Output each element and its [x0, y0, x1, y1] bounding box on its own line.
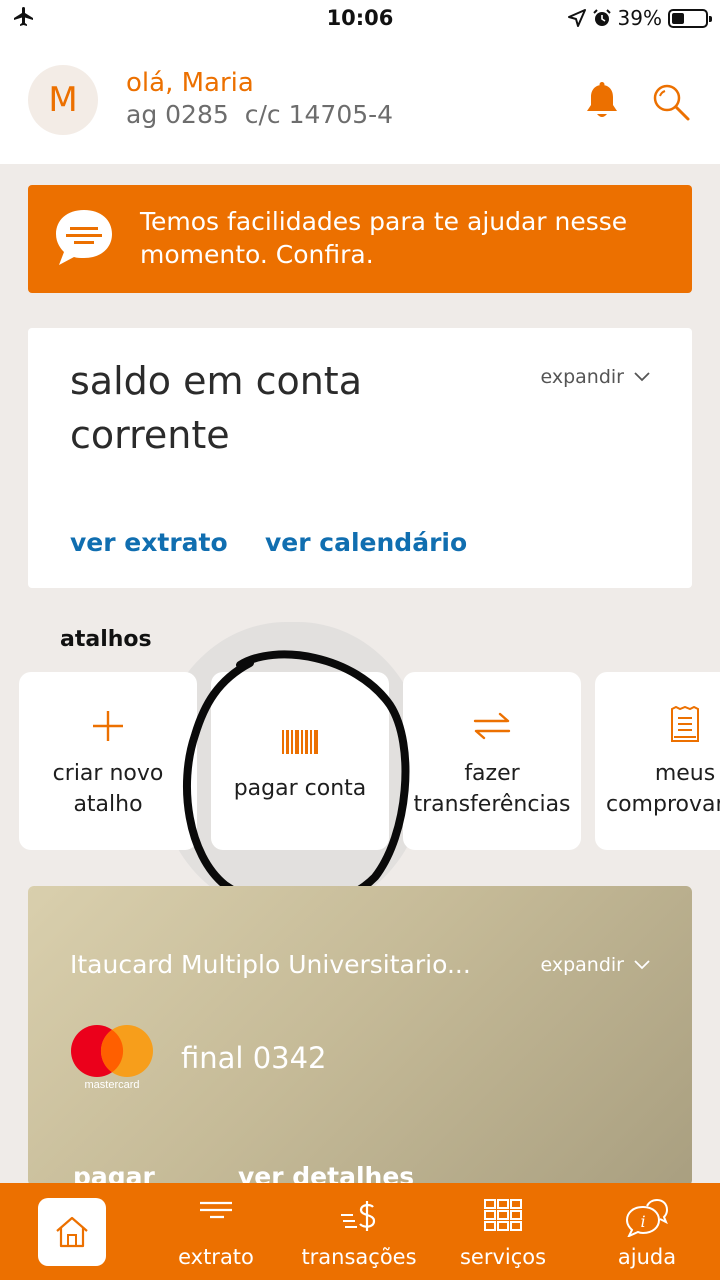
- home-button[interactable]: [38, 1198, 106, 1266]
- shortcut-pay-bill[interactable]: pagar conta: [211, 672, 389, 850]
- shortcut-label: meus: [654, 761, 716, 786]
- mastercard-logo: mastercard: [71, 1025, 153, 1091]
- nav-label: transações: [301, 1245, 417, 1269]
- agency-number: ag 0285: [126, 100, 229, 129]
- chat-bubble-icon: [56, 210, 112, 265]
- balance-title: saldo em conta corrente: [70, 359, 362, 457]
- location-icon: [567, 9, 586, 27]
- shortcut-label: transferências: [413, 792, 571, 817]
- shortcut-label: fazer: [464, 761, 520, 786]
- nav-statement[interactable]: extrato: [146, 1183, 286, 1280]
- shortcuts-title: atalhos: [60, 627, 152, 652]
- battery-percentage: 39%: [617, 6, 662, 30]
- shortcut-create-new[interactable]: criar novo atalho: [19, 672, 197, 850]
- grid-icon: [484, 1199, 522, 1231]
- plus-icon: [93, 711, 123, 741]
- help-banner[interactable]: Temos facilidades para te ajudar nesse m…: [28, 185, 692, 293]
- app-header: M olá, Maria ag 0285 c/c 14705-4: [0, 38, 720, 164]
- avatar[interactable]: M: [28, 65, 98, 135]
- view-calendar-link[interactable]: ver calendário: [265, 528, 467, 557]
- card-final-digits: final 0342: [181, 1041, 327, 1075]
- credit-card-panel: Itaucard Multiplo Universitario... expan…: [28, 886, 692, 1186]
- nav-label: ajuda: [617, 1245, 677, 1269]
- nav-services[interactable]: serviços: [433, 1183, 573, 1280]
- chevron-down-icon: [634, 960, 650, 970]
- nav-label: extrato: [178, 1245, 254, 1269]
- view-statement-link[interactable]: ver extrato: [70, 528, 228, 557]
- alarm-icon: [592, 9, 611, 26]
- nav-help[interactable]: i ajuda: [577, 1183, 717, 1280]
- shortcut-label: pagar conta: [233, 776, 367, 801]
- balance-card: saldo em conta corrente expandir ver ext…: [28, 328, 692, 588]
- home-icon: [56, 1216, 88, 1248]
- help-chat-icon: i: [625, 1199, 669, 1237]
- account-number: c/c 14705-4: [244, 100, 394, 129]
- transfer-arrows-icon: [473, 712, 511, 740]
- svg-text:mastercard: mastercard: [84, 1079, 139, 1091]
- card-name: Itaucard Multiplo Universitario...: [70, 950, 471, 979]
- shortcut-label: criar novo: [52, 761, 164, 786]
- greeting-text: olá, Maria: [126, 68, 254, 98]
- search-icon[interactable]: [651, 82, 691, 122]
- shortcut-receipts[interactable]: meus comprovantes: [595, 672, 720, 850]
- shortcut-label: atalho: [73, 792, 143, 817]
- nav-label: serviços: [459, 1245, 547, 1269]
- dollar-transfer-icon: [341, 1201, 376, 1231]
- balance-expand-button[interactable]: expandir: [541, 366, 651, 388]
- status-bar: 10:06 39%: [0, 0, 720, 38]
- banner-message: Temos facilidades para te ajudar nesse m…: [140, 207, 628, 269]
- statement-lines-icon: [200, 1201, 232, 1219]
- chevron-down-icon: [634, 372, 650, 382]
- shortcut-transfers[interactable]: fazer transferências: [403, 672, 581, 850]
- card-expand-button[interactable]: expandir: [541, 954, 651, 976]
- barcode-icon: [282, 730, 318, 754]
- bottom-navigation: extrato transações serviços i ajuda: [0, 1183, 720, 1280]
- bell-icon[interactable]: [584, 82, 620, 120]
- battery-level-fill: [672, 12, 684, 24]
- svg-text:i: i: [640, 1212, 645, 1231]
- expand-label: expandir: [540, 954, 625, 976]
- battery-icon: [668, 8, 712, 28]
- shortcut-label: comprovantes: [606, 792, 720, 817]
- receipt-icon: [671, 706, 699, 742]
- nav-transactions[interactable]: transações: [289, 1183, 429, 1280]
- expand-label: expandir: [540, 366, 625, 388]
- account-info: ag 0285 c/c 14705-4: [126, 100, 393, 129]
